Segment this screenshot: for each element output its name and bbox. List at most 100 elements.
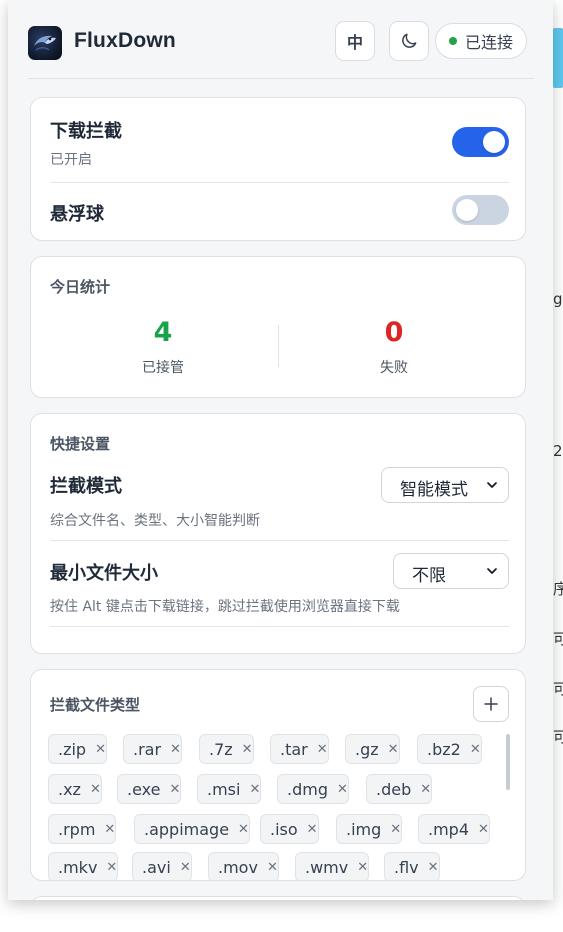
intercept-mode-label: 拦截模式 (50, 476, 122, 497)
toggle-knob (456, 199, 478, 221)
remove-tag-icon[interactable]: ✕ (337, 782, 348, 797)
file-type-tag[interactable]: .iso ✕ (260, 814, 319, 844)
alt-key-hint: 按住 Alt 键点击下载链接，跳过拦截使用浏览器直接下载 (50, 599, 400, 615)
background-text-fragment: 序 (553, 580, 563, 598)
taken-label: 已接管 (142, 360, 184, 376)
remove-tag-icon[interactable]: ✕ (428, 860, 439, 875)
divider (50, 182, 509, 183)
file-type-tag-label: .img (346, 819, 382, 839)
intercept-mode-description: 综合文件名、类型、大小智能判断 (50, 513, 260, 529)
remove-tag-icon[interactable]: ✕ (238, 822, 249, 837)
background-text-fragment: 2 (553, 442, 563, 460)
remove-tag-icon[interactable]: ✕ (90, 782, 101, 797)
file-type-tag-label: .msi (207, 779, 241, 799)
remove-tag-icon[interactable]: ✕ (169, 782, 180, 797)
failed-count: 0 (384, 317, 404, 348)
moon-icon (402, 33, 417, 48)
floating-ball-title: 悬浮球 (50, 204, 104, 225)
connection-status-text: 已连接 (464, 33, 513, 52)
file-type-tag[interactable]: .7z ✕ (199, 734, 254, 764)
app-title: FluxDown (74, 29, 176, 52)
language-toggle-button[interactable]: 中 (335, 21, 375, 61)
theme-toggle-button[interactable] (389, 21, 429, 61)
connection-status-badge: 已连接 (435, 23, 527, 59)
remove-tag-icon[interactable]: ✕ (478, 822, 489, 837)
divider (50, 540, 509, 541)
remove-tag-icon[interactable]: ✕ (470, 742, 481, 757)
remove-tag-icon[interactable]: ✕ (317, 742, 328, 757)
intercept-mode-value: 智能模式 (400, 480, 468, 500)
file-type-tag-label: .appimage (144, 819, 230, 839)
file-type-tag-label: .flv (394, 857, 419, 877)
toggle-knob (483, 131, 505, 153)
remove-tag-icon[interactable]: ✕ (307, 822, 318, 837)
extension-popup: FluxDown 中 已连接 下载拦截 已开启 悬浮球 今日统计 4 已接管 0… (8, 0, 553, 900)
file-type-tag[interactable]: .rar ✕ (123, 734, 182, 764)
file-type-tag[interactable]: .xz ✕ (48, 774, 102, 804)
intercept-mode-select[interactable]: 智能模式 (381, 467, 509, 503)
background-banner (553, 28, 563, 88)
remove-tag-icon[interactable]: ✕ (390, 822, 401, 837)
next-card (30, 896, 526, 900)
file-type-tag[interactable]: .tar ✕ (270, 734, 329, 764)
chevron-down-icon (487, 482, 497, 488)
background-text-fragment: 可 (553, 728, 563, 746)
file-type-tag[interactable]: .wmv ✕ (295, 852, 370, 880)
file-type-tag[interactable]: .mov ✕ (208, 852, 279, 880)
file-type-tags: .zip ✕ .rar ✕ .7z ✕ .tar ✕ .gz ✕ .bz2 ✕ .xz ✕ .… (48, 732, 493, 880)
file-types-card: 拦截文件类型 .zip ✕ .rar ✕ .7z ✕ .tar ✕ .gz ✕ .bz2 ✕… (30, 669, 526, 881)
tags-scrollbar[interactable] (506, 734, 510, 790)
file-type-tag-label: .bz2 (427, 739, 461, 759)
remove-tag-icon[interactable]: ✕ (180, 860, 191, 875)
file-type-tag-label: .exe (127, 779, 161, 799)
remove-tag-icon[interactable]: ✕ (106, 860, 117, 875)
stats-divider (278, 325, 279, 367)
file-type-tag[interactable]: .gz ✕ (345, 734, 400, 764)
file-type-tag-label: .xz (58, 779, 81, 799)
remove-tag-icon[interactable]: ✕ (95, 742, 106, 757)
popup-header: FluxDown 中 已连接 (28, 14, 534, 79)
file-type-tag-label: .wmv (305, 857, 349, 877)
file-type-tag[interactable]: .msi ✕ (197, 774, 262, 804)
taken-count: 4 (153, 317, 173, 348)
remove-tag-icon[interactable]: ✕ (170, 742, 181, 757)
file-type-tag-label: .mov (218, 857, 258, 877)
file-type-tag[interactable]: .avi ✕ (132, 852, 192, 880)
file-type-tag[interactable]: .bz2 ✕ (417, 734, 482, 764)
background-text-fragment: 可 (553, 630, 563, 648)
file-type-tag-label: .gz (355, 739, 379, 759)
floating-ball-toggle[interactable] (452, 195, 509, 225)
add-file-type-button[interactable] (473, 686, 509, 722)
download-intercept-toggle[interactable] (452, 127, 509, 157)
remove-tag-icon[interactable]: ✕ (388, 742, 399, 757)
remove-tag-icon[interactable]: ✕ (420, 782, 431, 797)
interception-card: 下载拦截 已开启 悬浮球 (30, 97, 526, 241)
file-type-tag-label: .deb (376, 779, 412, 799)
file-type-tag-label: .mkv (58, 857, 98, 877)
file-type-tag[interactable]: .dmg ✕ (277, 774, 349, 804)
remove-tag-icon[interactable]: ✕ (104, 822, 115, 837)
min-file-size-value: 不限 (412, 566, 446, 586)
remove-tag-icon[interactable]: ✕ (249, 782, 260, 797)
background-text-fragment: 可 (553, 680, 563, 698)
file-type-tag[interactable]: .deb ✕ (366, 774, 433, 804)
file-type-tag[interactable]: .img ✕ (336, 814, 403, 844)
file-type-tag-label: .7z (209, 739, 233, 759)
remove-tag-icon[interactable]: ✕ (267, 860, 278, 875)
min-file-size-select[interactable]: 不限 (393, 553, 509, 589)
status-dot-icon (448, 37, 457, 45)
file-type-tag[interactable]: .appimage ✕ (134, 814, 250, 844)
quick-settings-card: 快捷设置 拦截模式 智能模式 综合文件名、类型、大小智能判断 最小文件大小 不限… (30, 413, 526, 654)
file-type-tag[interactable]: .zip ✕ (48, 734, 107, 764)
file-type-tag[interactable]: .flv ✕ (384, 852, 440, 880)
remove-tag-icon[interactable]: ✕ (357, 860, 368, 875)
file-type-tag[interactable]: .mkv ✕ (48, 852, 119, 880)
quick-settings-title: 快捷设置 (50, 435, 111, 453)
file-type-tag[interactable]: .exe ✕ (117, 774, 182, 804)
file-type-tag-label: .rpm (58, 819, 96, 839)
download-intercept-title: 下载拦截 (50, 121, 122, 142)
file-type-tag[interactable]: .rpm ✕ (48, 814, 117, 844)
file-type-tag[interactable]: .mp4 ✕ (418, 814, 490, 844)
file-type-tag-label: .avi (142, 857, 171, 877)
remove-tag-icon[interactable]: ✕ (242, 742, 253, 757)
